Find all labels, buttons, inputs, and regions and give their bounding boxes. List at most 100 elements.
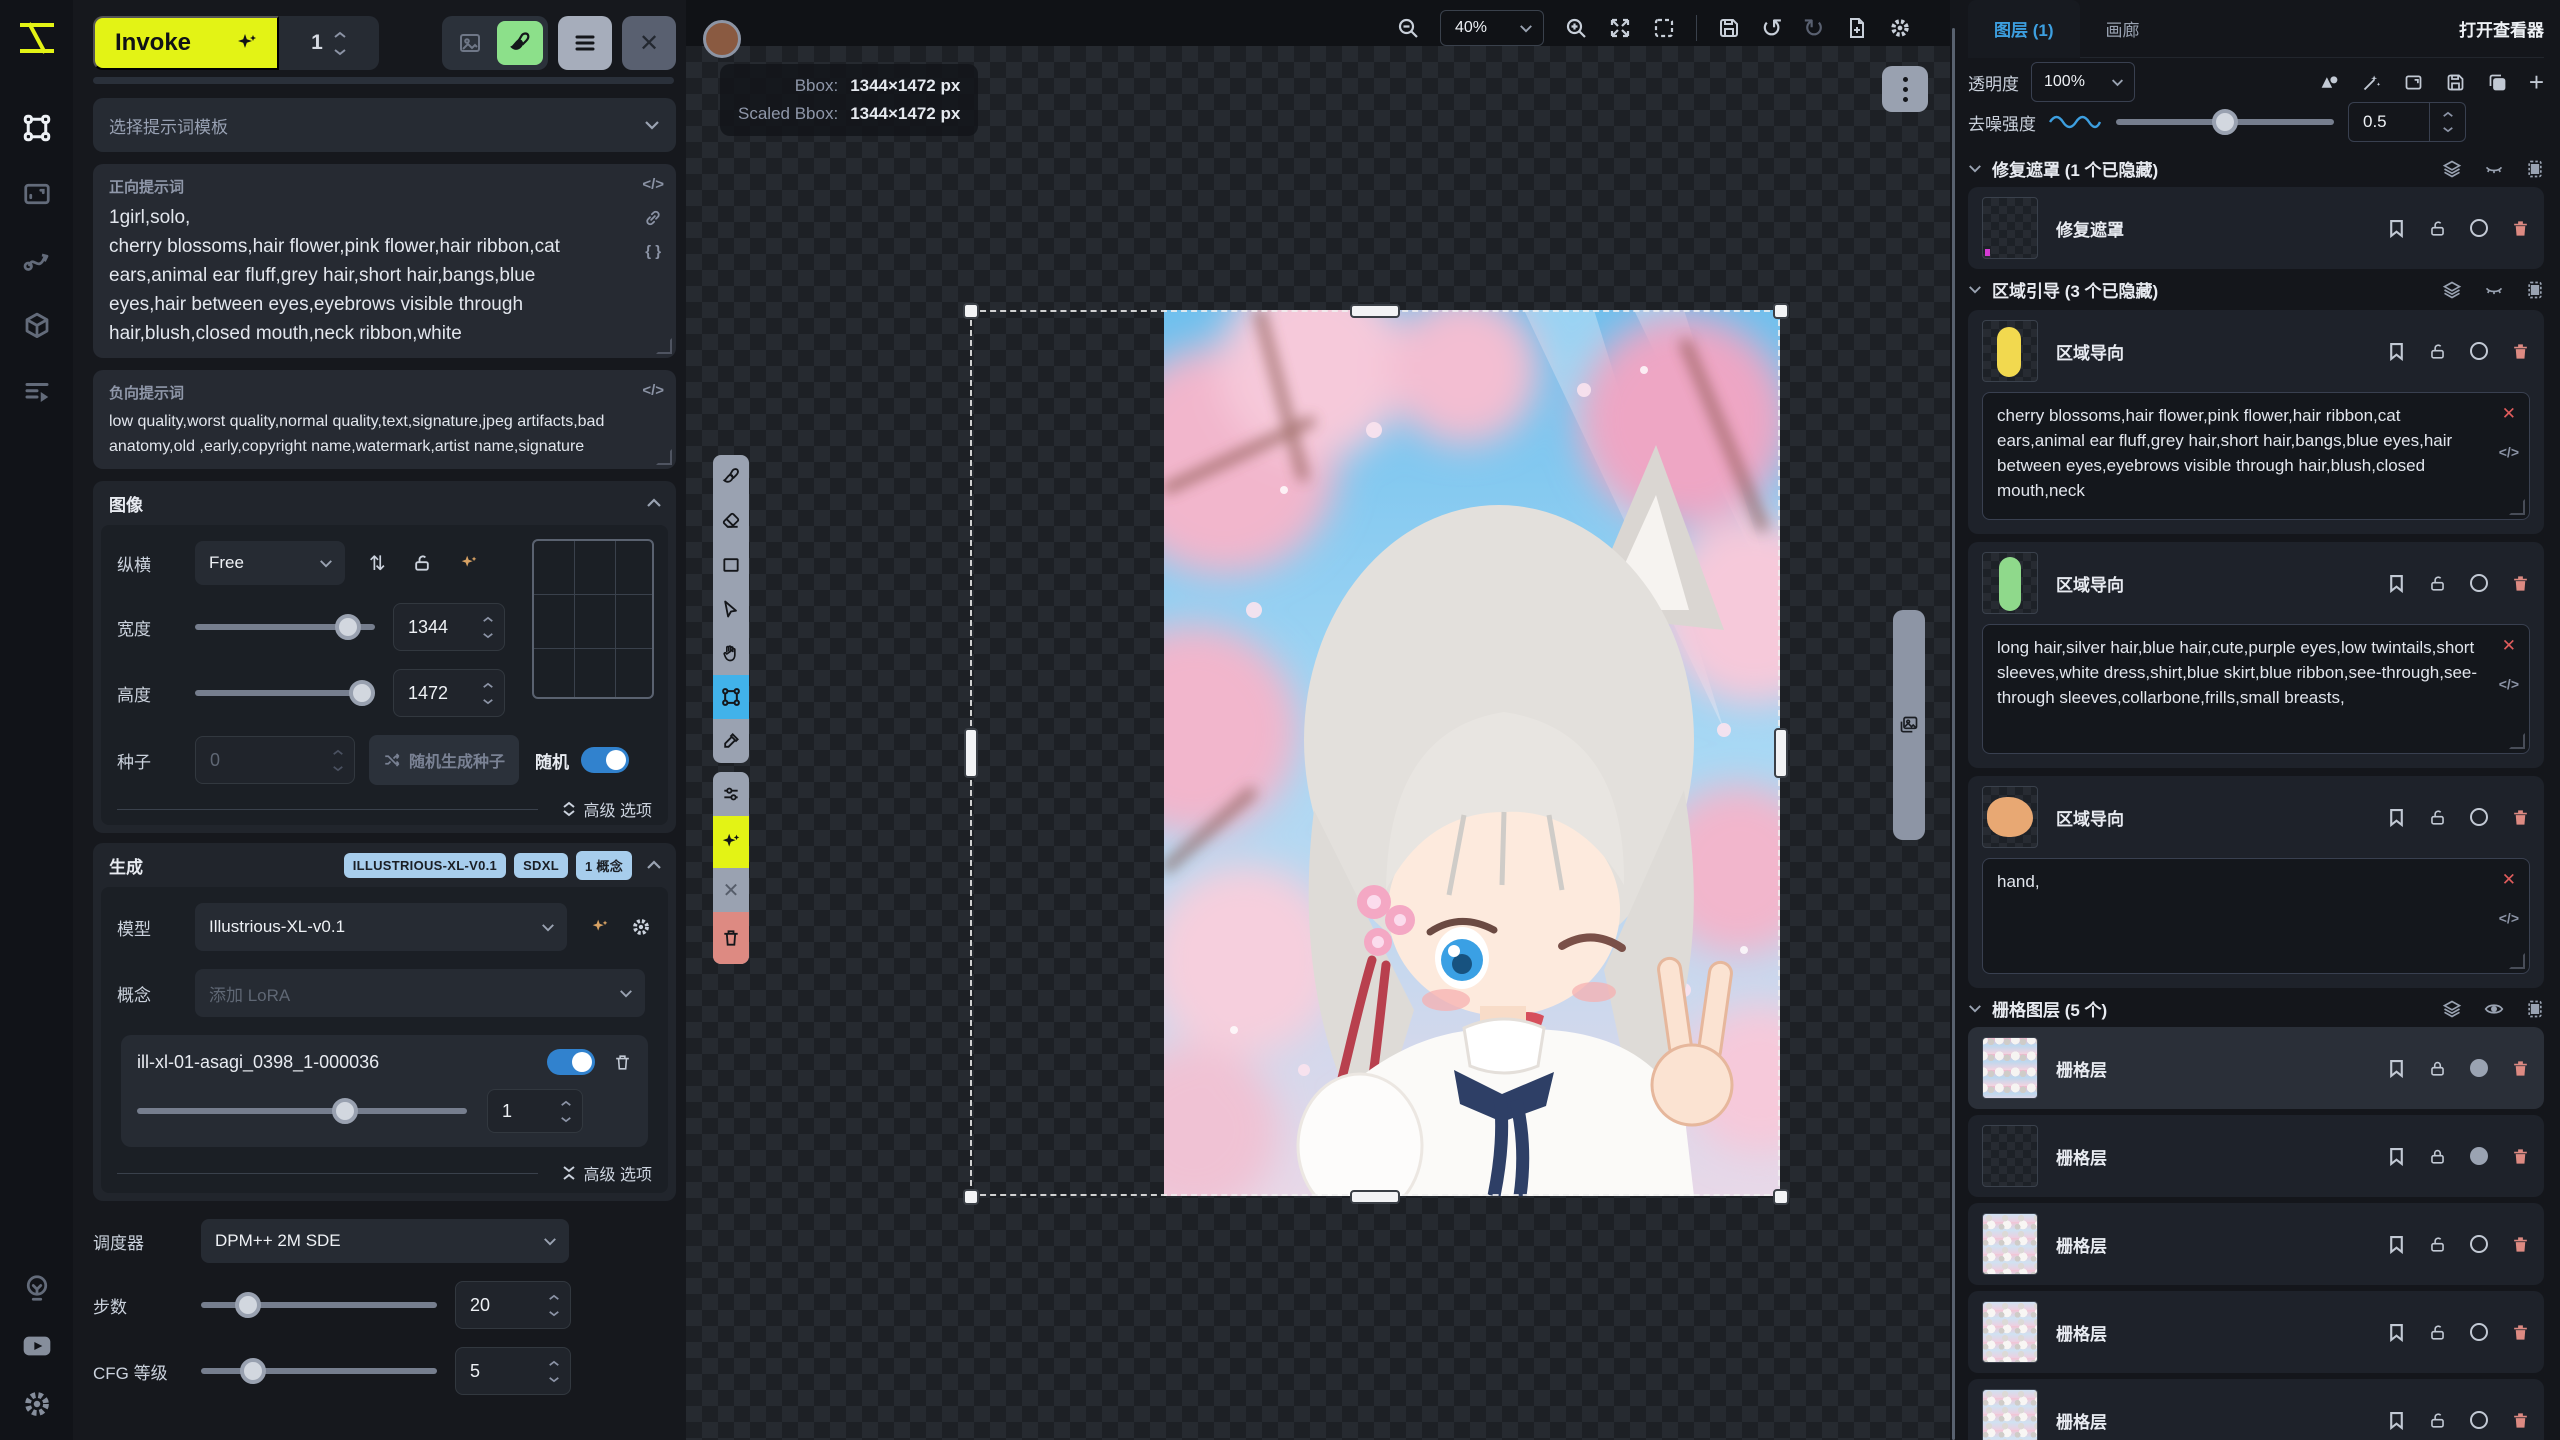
expand-advanced-icon[interactable]: [562, 801, 576, 817]
rail-canvas-icon[interactable]: [15, 106, 59, 150]
layers-stack-icon[interactable]: [2442, 159, 2462, 179]
height-slider[interactable]: [195, 690, 375, 696]
zoom-in-icon[interactable]: [1564, 16, 1588, 40]
add-layer-icon[interactable]: +: [2529, 69, 2544, 95]
visibility-dot-icon[interactable]: [2470, 1059, 2488, 1077]
fit-bbox-icon[interactable]: [1652, 16, 1676, 40]
visibility-ring-icon[interactable]: [2470, 219, 2488, 237]
opacity-select[interactable]: 100%: [2031, 62, 2135, 102]
code-icon[interactable]: </>: [2499, 440, 2519, 465]
model-sparkle-icon[interactable]: [589, 916, 611, 938]
save-icon[interactable]: [1717, 16, 1741, 40]
visibility-dot-icon[interactable]: [2470, 1147, 2488, 1165]
unlock-icon[interactable]: [2428, 342, 2447, 361]
bookmark-icon[interactable]: [2388, 1235, 2405, 1254]
seed-input[interactable]: 0: [195, 736, 355, 784]
unlock-icon[interactable]: [2428, 1411, 2447, 1430]
random-seed-toggle[interactable]: [581, 747, 629, 773]
bookmark-icon[interactable]: [2388, 574, 2405, 593]
cancel-tool-icon[interactable]: ✕: [713, 868, 749, 912]
merge-visible-icon[interactable]: [2526, 280, 2544, 300]
menu-button[interactable]: [558, 16, 612, 70]
width-slider[interactable]: [195, 624, 375, 630]
remove-prompt-icon[interactable]: ✕: [2502, 401, 2516, 426]
image-mode-icon[interactable]: [447, 21, 493, 65]
collapse-advanced-icon[interactable]: [562, 1165, 576, 1181]
remove-prompt-icon[interactable]: ✕: [2502, 633, 2516, 658]
rail-models-icon[interactable]: [15, 304, 59, 348]
delete-layer-icon[interactable]: [2511, 342, 2530, 361]
bbox-handle-se[interactable]: [1773, 1189, 1789, 1205]
height-slider-thumb[interactable]: [349, 680, 375, 706]
code-icon[interactable]: </>: [2499, 906, 2519, 931]
tool-settings-icon[interactable]: [713, 772, 749, 816]
bookmark-icon[interactable]: [2388, 1059, 2405, 1078]
eyedropper-tool-icon[interactable]: [713, 719, 749, 763]
shapes-icon[interactable]: [2319, 72, 2340, 93]
resize-grip[interactable]: [2509, 499, 2525, 515]
unlock-icon[interactable]: [2428, 574, 2447, 593]
lora-enabled-toggle[interactable]: [547, 1049, 595, 1075]
zoom-level-select[interactable]: 40%: [1440, 10, 1544, 46]
bookmark-icon[interactable]: [2388, 808, 2405, 827]
canvas-menu-kebab-button[interactable]: [1882, 66, 1928, 112]
scheduler-select[interactable]: DPM++ 2M SDE: [201, 1219, 569, 1263]
cfg-stepper[interactable]: 5: [455, 1347, 571, 1395]
advanced-options-label[interactable]: 高级 选项: [584, 797, 652, 821]
layers-stack-icon[interactable]: [2442, 280, 2462, 300]
lora-weight-stepper[interactable]: 1: [487, 1089, 583, 1133]
code-icon[interactable]: </>: [2499, 672, 2519, 697]
add-lora-select[interactable]: 添加 LoRA: [195, 969, 645, 1017]
queue-count-arrows[interactable]: [333, 31, 347, 56]
prompt-template-select[interactable]: 选择提示词模板: [93, 98, 676, 152]
undo-icon[interactable]: ↺: [1761, 15, 1783, 41]
delete-layer-icon[interactable]: [2511, 1411, 2530, 1430]
settings-gear-icon[interactable]: [15, 1382, 59, 1426]
regional-group-header[interactable]: 区域引导 (3 个已隐藏): [1968, 277, 2544, 302]
layer-row-raster[interactable]: 栅格层: [1968, 1379, 2544, 1440]
youtube-icon[interactable]: [15, 1324, 59, 1368]
link-icon[interactable]: [644, 209, 662, 227]
lora-weight-slider[interactable]: [137, 1108, 467, 1114]
fit-view-icon[interactable]: [1608, 16, 1632, 40]
unlock-icon[interactable]: [2428, 219, 2447, 238]
layer-row-raster[interactable]: 栅格层: [1968, 1027, 2544, 1109]
model-select[interactable]: Illustrious-XL-v0.1: [195, 903, 567, 951]
eye-closed-icon[interactable]: [2484, 280, 2504, 300]
optimize-sparkle-icon[interactable]: [458, 552, 480, 574]
resize-grip[interactable]: [656, 449, 672, 465]
resize-grip[interactable]: [656, 338, 672, 354]
inpaint-group-header[interactable]: 修复遮罩 (1 个已隐藏): [1968, 156, 2544, 181]
open-viewer-link[interactable]: 打开查看器: [2459, 16, 2544, 41]
advanced-options-label[interactable]: 高级 选项: [584, 1161, 652, 1185]
rail-gallery-icon[interactable]: [15, 172, 59, 216]
layers-stack-icon[interactable]: [2442, 999, 2462, 1019]
visibility-ring-icon[interactable]: [2470, 574, 2488, 592]
bbox-handle-n[interactable]: [1350, 304, 1400, 318]
rectangle-tool-icon[interactable]: [713, 543, 749, 587]
model-settings-gear-icon[interactable]: [631, 917, 651, 937]
visibility-ring-icon[interactable]: [2470, 1235, 2488, 1253]
bbox-tool-icon[interactable]: [713, 675, 749, 719]
tab-layers[interactable]: 图层 (1): [1968, 0, 2080, 58]
visibility-ring-icon[interactable]: [2470, 1323, 2488, 1341]
braces-icon[interactable]: { }: [645, 243, 661, 260]
denoise-slider[interactable]: [2116, 119, 2334, 125]
rail-queue-icon[interactable]: [15, 370, 59, 414]
delete-layer-icon[interactable]: [2511, 1147, 2530, 1166]
chevron-up-icon[interactable]: [646, 860, 662, 870]
new-layer-from-image-icon[interactable]: [1845, 16, 1869, 40]
close-button[interactable]: ✕: [622, 16, 676, 70]
bbox-handle-e[interactable]: [1774, 728, 1788, 778]
lora-delete-icon[interactable]: [613, 1053, 632, 1072]
bookmark-icon[interactable]: [2388, 1411, 2405, 1430]
aspect-select[interactable]: Free: [195, 541, 345, 585]
denoise-slider-thumb[interactable]: [2212, 109, 2238, 135]
steps-stepper[interactable]: 20: [455, 1281, 571, 1329]
raster-group-header[interactable]: 栅格图层 (5 个): [1968, 996, 2544, 1021]
bookmark-icon[interactable]: [2388, 219, 2405, 238]
denoise-stepper[interactable]: [2430, 102, 2466, 142]
width-stepper[interactable]: 1344: [393, 603, 505, 651]
chevron-up-icon[interactable]: [646, 498, 662, 508]
eye-open-icon[interactable]: [2484, 999, 2504, 1019]
